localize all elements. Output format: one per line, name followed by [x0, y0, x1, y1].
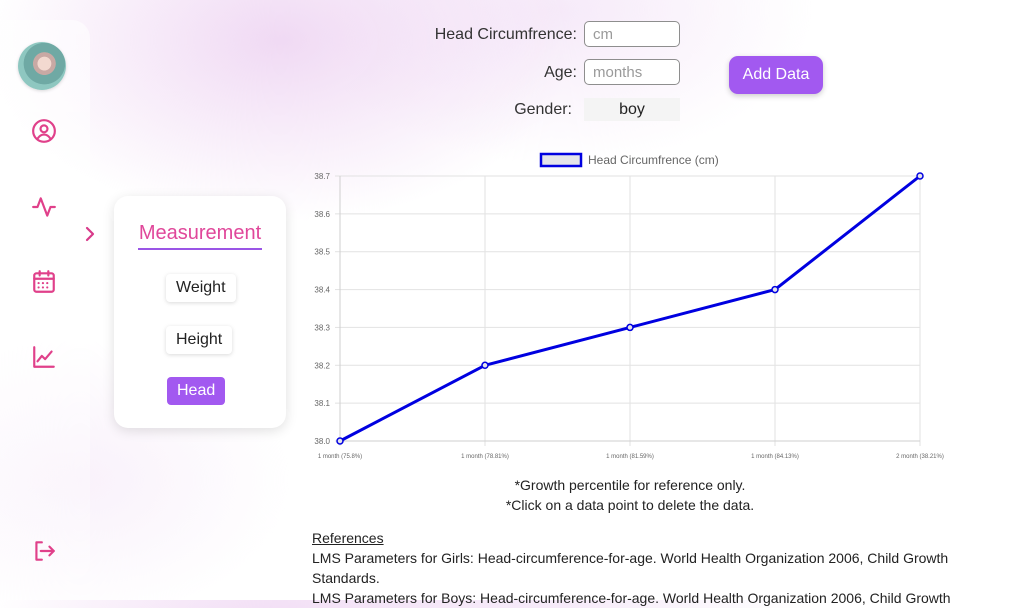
data-point[interactable] — [481, 361, 489, 370]
y-tick-label: 38.0 — [314, 437, 330, 446]
weight-button[interactable]: Weight — [166, 274, 236, 302]
y-tick-label: 38.6 — [314, 210, 330, 219]
x-tick-label: 1 month (81.59%) — [606, 454, 654, 460]
age-input[interactable] — [584, 59, 680, 85]
head-circumference-input[interactable] — [584, 21, 680, 47]
y-tick-label: 38.7 — [314, 172, 330, 181]
head-circumference-chart: Head Circumfrence (cm) 38.0 38.1 38.2 38.3 38… — [314, 152, 944, 460]
x-tick-label: 2 month (38.21%) — [896, 454, 944, 460]
reference-boys: LMS Parameters for Boys: Head-circumfere… — [312, 590, 951, 606]
add-data-button[interactable]: Add Data — [729, 56, 823, 94]
age-label: Age: — [544, 64, 577, 81]
sidebar — [0, 20, 90, 580]
data-point[interactable] — [626, 323, 634, 332]
x-tick-label: 1 month (84.13%) — [751, 454, 799, 460]
x-tick-label: 1 month (75.8%) — [318, 454, 362, 460]
calendar-icon[interactable] — [30, 268, 58, 296]
y-tick-label: 38.5 — [314, 248, 330, 257]
chevron-right-icon[interactable] — [82, 225, 98, 243]
legend-label: Head Circumfrence (cm) — [588, 153, 719, 167]
legend-swatch — [539, 152, 583, 168]
y-tick-label: 38.2 — [314, 361, 330, 370]
y-tick-label: 38.1 — [314, 399, 330, 408]
activity-icon[interactable] — [30, 193, 58, 221]
head-button[interactable]: Head — [167, 377, 226, 405]
delete-note: *Click on a data point to delete the dat… — [505, 497, 755, 513]
percentile-note: *Growth percentile for reference only. — [514, 477, 746, 493]
line-chart-icon[interactable] — [30, 343, 58, 371]
gender-value[interactable]: boy — [584, 98, 680, 121]
user-circle-icon[interactable] — [30, 117, 58, 145]
avatar[interactable] — [18, 42, 66, 90]
references-heading: References — [312, 530, 384, 546]
references-section: References LMS Parameters for Girls: Hea… — [312, 528, 962, 608]
reference-girls: LMS Parameters for Girls: Head-circumfer… — [312, 550, 949, 586]
y-tick-label: 38.4 — [314, 286, 330, 295]
data-point[interactable] — [771, 285, 779, 294]
logout-icon[interactable] — [30, 537, 58, 565]
head-circumference-label: Head Circumfrence: — [434, 26, 577, 43]
measurement-card: Measurement Weight Height Head — [114, 196, 286, 428]
data-point[interactable] — [916, 172, 924, 180]
y-tick-label: 38.3 — [314, 323, 330, 332]
measurement-title: Measurement — [138, 222, 262, 250]
height-button[interactable]: Height — [166, 326, 233, 354]
gender-label: Gender: — [514, 101, 572, 118]
x-tick-label: 1 month (78.81%) — [461, 454, 509, 460]
data-point[interactable] — [336, 437, 344, 445]
